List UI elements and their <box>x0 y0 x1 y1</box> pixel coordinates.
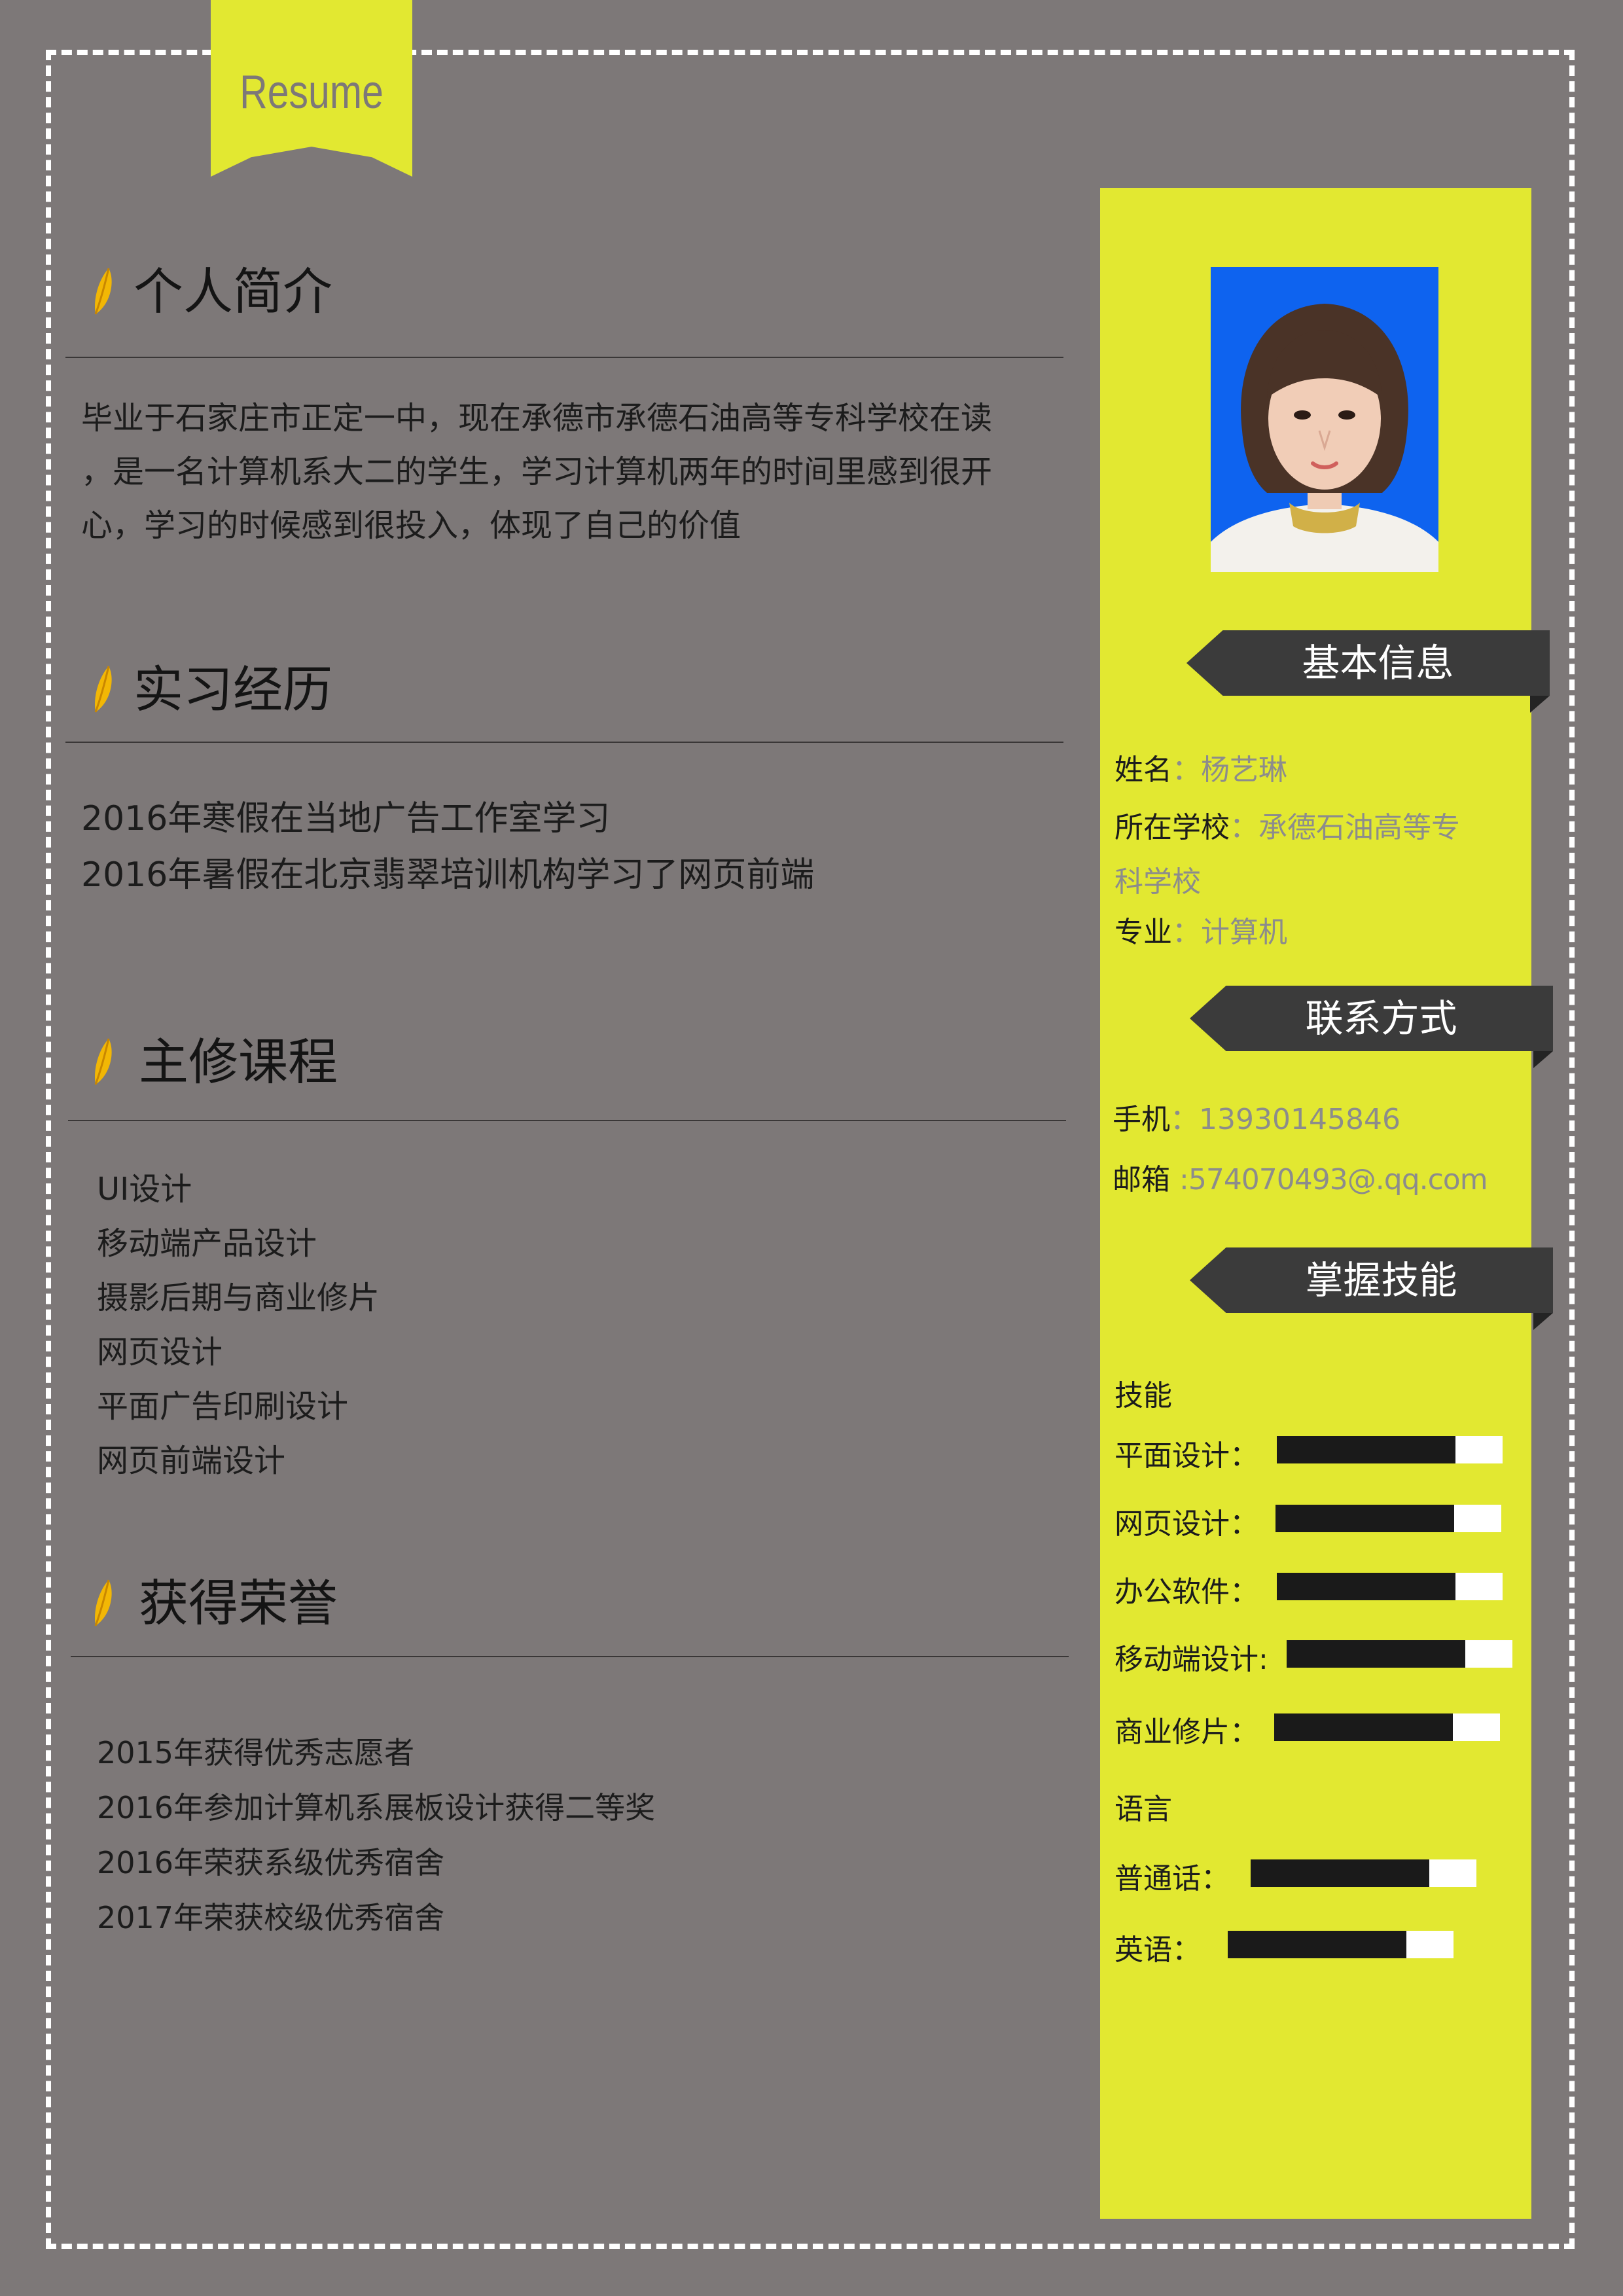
divider <box>68 1120 1066 1121</box>
section-honors-title: 获得荣誉 <box>139 1574 338 1632</box>
list-item: 网页前端设计 <box>97 1443 286 1479</box>
list-item: 2015年获得优秀志愿者 <box>97 1735 415 1770</box>
contact-tag: 联系方式 <box>1190 986 1553 1068</box>
phone-value: ：13930145846 <box>1170 1103 1400 1136</box>
name-value: ：杨艺琳 <box>1172 753 1287 787</box>
divider <box>65 357 1063 358</box>
name-label: 姓名 <box>1115 753 1172 787</box>
phone-row: 手机：13930145846 <box>1113 1096 1400 1138</box>
major-value: ：计算机 <box>1172 916 1287 949</box>
language-bar-fill <box>1228 1931 1406 1958</box>
leaf-icon <box>94 1579 112 1626</box>
leaf-icon <box>94 666 112 713</box>
intro-line: 心，学习的时候感到很投入，体现了自己的价值 <box>81 507 741 544</box>
resume-ribbon-label: Resume <box>240 66 383 118</box>
list-item: 2016年参加计算机系展板设计获得二等奖 <box>97 1790 656 1825</box>
email-label: 邮箱 <box>1113 1163 1170 1196</box>
school-row: 所在学校：承德石油高等专 <box>1115 804 1460 846</box>
basic-info-title: 基本信息 <box>1302 641 1454 685</box>
portrait-image <box>1211 267 1438 572</box>
skill-label: 商业修片： <box>1115 1715 1258 1749</box>
courses-list: UI设计 移动端产品设计 摄影后期与商业修片 网页设计 平面广告印刷设计 网页前… <box>97 1162 380 1488</box>
language-bar <box>1251 1859 1476 1887</box>
section-courses-title: 主修课程 <box>139 1033 338 1091</box>
leaf-icon <box>94 1038 112 1085</box>
school-value-continued: 科学校 <box>1115 865 1201 899</box>
list-item: 2016年暑假在北京翡翠培训机构学习了网页前端 <box>81 855 815 895</box>
list-item: 网页设计 <box>97 1334 223 1371</box>
basic-info-tag: 基本信息 <box>1186 630 1550 713</box>
email-row: 邮箱 :574070493@.qq.com <box>1113 1156 1488 1198</box>
major-row: 专业：计算机 <box>1115 908 1287 950</box>
phone-label: 手机 <box>1113 1103 1170 1136</box>
list-item: 平面广告印刷设计 <box>97 1388 349 1425</box>
skill-label: 办公软件： <box>1115 1575 1258 1609</box>
intro-line: ，是一名计算机系大二的学生，学习计算机两年的时间里感到很开 <box>81 454 993 490</box>
divider <box>71 1656 1069 1657</box>
language-heading: 语言 <box>1115 1793 1172 1826</box>
contact-title: 联系方式 <box>1305 996 1457 1041</box>
divider <box>65 742 1063 743</box>
language-label: 英语： <box>1115 1933 1201 1967</box>
leaf-icon <box>94 268 112 315</box>
intro-line: 毕业于石家庄市正定一中，现在承德市承德石油高等专科学校在读 <box>81 400 993 437</box>
skill-bar-fill <box>1274 1713 1453 1741</box>
skills-title: 掌握技能 <box>1305 1258 1457 1302</box>
skill-bar-fill <box>1277 1573 1455 1600</box>
language-label: 普通话： <box>1115 1862 1230 1895</box>
skill-bar-fill <box>1277 1436 1455 1463</box>
school-label: 所在学校 <box>1115 811 1230 844</box>
list-item: 2016年荣获系级优秀宿舍 <box>97 1845 445 1880</box>
email-value: :574070493@.qq.com <box>1179 1163 1488 1196</box>
skills-tag: 掌握技能 <box>1190 1247 1553 1330</box>
skill-label: 网页设计： <box>1115 1507 1258 1541</box>
internship-list: 2016年寒假在当地广告工作室学习 2016年暑假在北京翡翠培训机构学习了网页前… <box>81 791 814 903</box>
list-item: 2016年寒假在当地广告工作室学习 <box>81 799 611 838</box>
honors-list: 2015年获得优秀志愿者 2016年参加计算机系展板设计获得二等奖 2016年荣… <box>97 1725 655 1945</box>
intro-text: 毕业于石家庄市正定一中，现在承德市承德石油高等专科学校在读 ，是一名计算机系大二… <box>81 391 1076 552</box>
skill-bar <box>1277 1573 1503 1600</box>
skill-label: 移动端设计: <box>1115 1643 1268 1676</box>
skills-heading: 技能 <box>1115 1379 1172 1412</box>
list-item: UI设计 <box>97 1171 192 1208</box>
language-bar <box>1228 1931 1454 1958</box>
list-item: 移动端产品设计 <box>97 1225 317 1262</box>
skill-bar <box>1277 1436 1503 1463</box>
school-value: ：承德石油高等专 <box>1230 811 1460 844</box>
skill-bar <box>1287 1640 1512 1668</box>
skill-bar-fill <box>1275 1505 1454 1532</box>
section-intro-title: 个人简介 <box>134 262 332 321</box>
skill-bar <box>1275 1505 1501 1532</box>
name-row: 姓名：杨艺琳 <box>1115 746 1287 788</box>
skill-bar-fill <box>1287 1640 1465 1668</box>
section-internship-title: 实习经历 <box>134 660 332 719</box>
language-bar-fill <box>1251 1859 1429 1887</box>
school-row-continued: 科学校 <box>1115 858 1201 900</box>
skill-label: 平面设计： <box>1115 1439 1258 1473</box>
major-label: 专业 <box>1115 916 1172 949</box>
list-item: 摄影后期与商业修片 <box>97 1280 380 1316</box>
profile-photo <box>1211 267 1438 572</box>
list-item: 2017年荣获校级优秀宿舍 <box>97 1900 445 1935</box>
skill-bar <box>1274 1713 1500 1741</box>
